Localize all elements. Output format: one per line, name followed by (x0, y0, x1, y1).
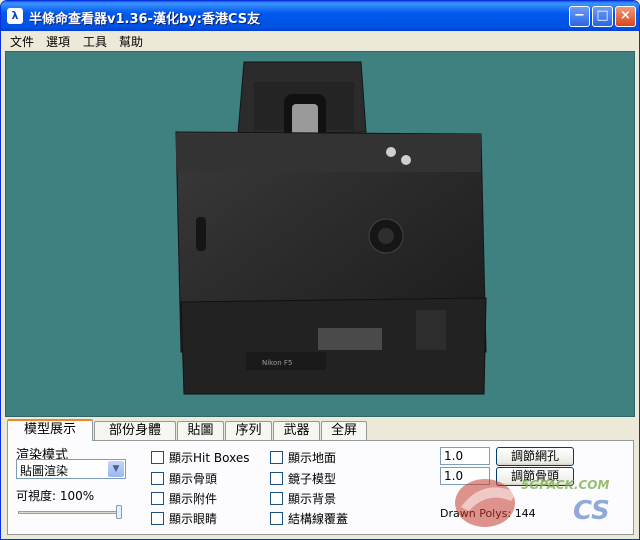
minimize-button[interactable]: − (569, 6, 590, 27)
camera-logo-text: Nikon F5 (262, 359, 292, 367)
menu-options[interactable]: 選項 (46, 33, 70, 50)
window-title: 半條命查看器v1.36-漢化by:香港CS友 (29, 12, 261, 27)
menu-tools[interactable]: 工具 (83, 33, 107, 50)
checkbox-show-bones[interactable]: 顯示骨頭 (151, 470, 217, 487)
model-display-panel: 渲染模式 貼圖渲染 ▼ 可視度: 100% 顯示Hit Boxes 顯示骨頭 顯… (7, 440, 634, 535)
checkbox-show-ground[interactable]: 顯示地面 (270, 449, 336, 466)
checkbox-show-eyes[interactable]: 顯示眼睛 (151, 510, 217, 527)
checkbox-mirror-model[interactable]: 鏡子模型 (270, 470, 336, 487)
app-window: λ 半條命查看器v1.36-漢化by:香港CS友 − □ × 文件 選項 工具 … (0, 0, 640, 540)
chevron-down-icon[interactable]: ▼ (108, 461, 124, 477)
drawn-polys-value: 144 (514, 507, 536, 520)
title-bar[interactable]: λ 半條命查看器v1.36-漢化by:香港CS友 − □ × (1, 1, 639, 31)
render-mode-value: 貼圖渲染 (20, 464, 69, 478)
drawn-polys-readout: Drawn Polys: 144 (440, 507, 536, 520)
mesh-scale-input[interactable]: 1.0 (440, 447, 490, 465)
bone-scale-input[interactable]: 1.0 (440, 467, 490, 485)
tab-model-display[interactable]: 模型展示 (7, 419, 93, 441)
checkbox-wireframe-overlay[interactable]: 結構線覆蓋 (270, 510, 348, 527)
app-icon[interactable]: λ (7, 8, 23, 24)
tab-textures[interactable]: 貼圖 (177, 421, 224, 440)
menu-bar: 文件 選項 工具 幫助 (1, 31, 639, 50)
camera-model: Nikon F5 (175, 61, 487, 395)
adjust-mesh-button[interactable]: 調節網孔 (496, 447, 574, 466)
tab-body-parts[interactable]: 部份身體 (94, 421, 176, 440)
tab-weapons[interactable]: 武器 (273, 421, 320, 440)
menu-file[interactable]: 文件 (10, 33, 34, 50)
checkbox-show-background[interactable]: 顯示背景 (270, 490, 336, 507)
visibility-label: 可視度: 100% (16, 489, 95, 503)
menu-help[interactable]: 幫助 (119, 33, 143, 50)
close-button[interactable]: × (615, 6, 636, 27)
render-mode-select[interactable]: 貼圖渲染 ▼ (16, 459, 126, 479)
visibility-slider-track[interactable] (18, 511, 122, 514)
tab-fullscreen[interactable]: 全屏 (321, 421, 367, 440)
adjust-bones-button[interactable]: 調節骨頭 (496, 467, 574, 486)
checkbox-show-hitboxes[interactable]: 顯示Hit Boxes (151, 449, 249, 466)
visibility-slider-thumb[interactable] (116, 505, 122, 519)
model-viewport[interactable]: Nikon F5 (5, 51, 635, 417)
maximize-button[interactable]: □ (592, 6, 613, 27)
checkbox-show-attachments[interactable]: 顯示附件 (151, 490, 217, 507)
visibility-value: 100% (59, 489, 95, 503)
tab-sequences[interactable]: 序列 (225, 421, 272, 440)
